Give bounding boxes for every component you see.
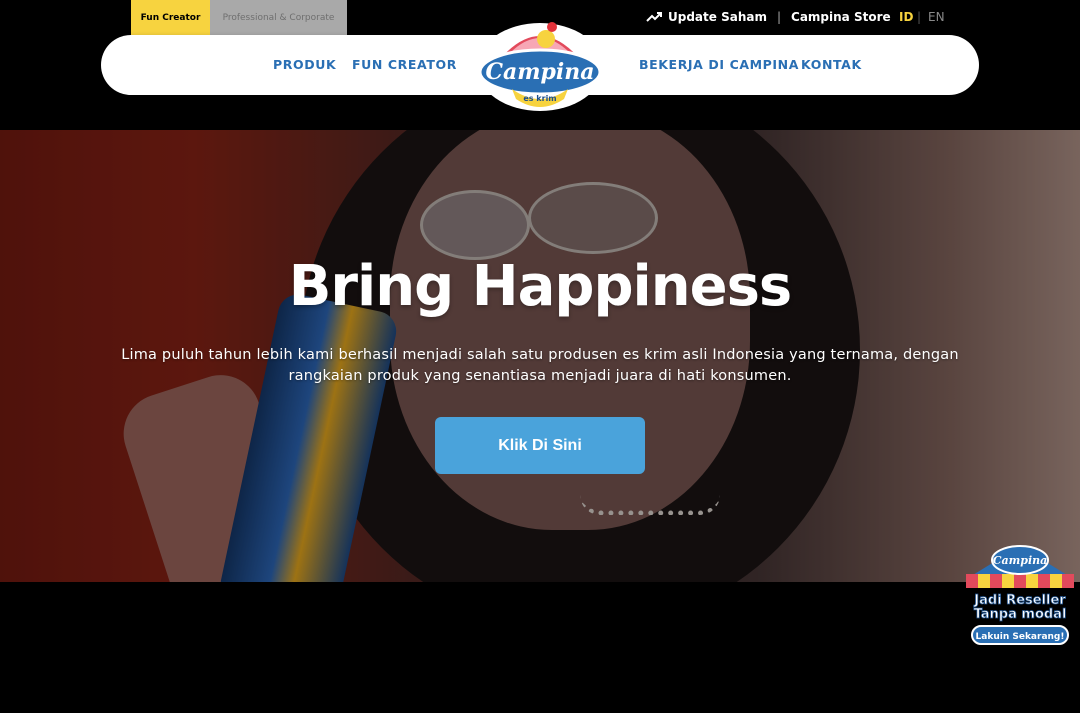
badge-brand-text: Campina [993, 554, 1048, 567]
nav-produk[interactable]: PRODUK [273, 57, 336, 72]
tab-fun-creator[interactable]: Fun Creator [131, 0, 210, 35]
badge-line3: Lakuin Sekarang! [976, 632, 1065, 642]
top-links: Update Saham | Campina Store [646, 9, 891, 25]
nav-fun-creator[interactable]: FUN CREATOR [352, 57, 457, 72]
campina-store-link[interactable]: Campina Store [791, 10, 891, 24]
trending-up-icon [646, 12, 662, 22]
reseller-badge[interactable]: Campina Jadi Reseller Tanpa modal Lakuin… [960, 538, 1080, 650]
logo-brand-text: Campina [485, 59, 594, 85]
tab-professional-corporate[interactable]: Professional & Corporate [210, 0, 347, 35]
badge-line2: Tanpa modal [974, 607, 1067, 622]
hero-subtitle: Lima puluh tahun lebih kami berhasil men… [121, 347, 959, 384]
hero-title: Bring Happiness [288, 254, 792, 319]
separator: | [776, 10, 782, 24]
klik-di-sini-button[interactable]: Klik Di Sini [435, 417, 645, 474]
logo-tagline-text: es krim [523, 94, 556, 103]
lang-separator: | [917, 10, 922, 24]
nav-kontak[interactable]: KONTAK [801, 57, 862, 72]
update-saham-link[interactable]: Update Saham [668, 10, 767, 24]
lang-id-link[interactable]: ID [899, 10, 913, 24]
badge-line1: Jadi Reseller [973, 593, 1066, 608]
nav-bekerja-di-campina[interactable]: BEKERJA DI CAMPINA [639, 57, 799, 72]
campina-logo[interactable]: Campina es krim [474, 17, 606, 113]
lang-en-link[interactable]: EN [928, 10, 945, 24]
